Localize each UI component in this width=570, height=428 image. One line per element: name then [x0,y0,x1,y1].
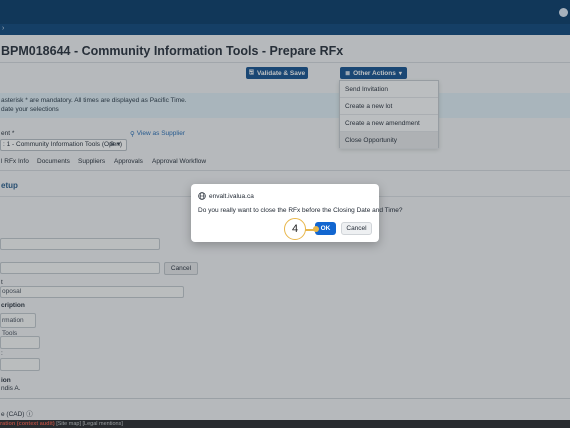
dialog-origin: envalt.ivalua.ca [198,192,254,200]
dialog-origin-text: envalt.ivalua.ca [209,192,254,200]
cancel-button[interactable]: Cancel [341,222,372,235]
step-marker: 4 [284,218,306,240]
globe-icon [198,192,206,200]
dialog-message: Do you really want to close the RFx befo… [198,207,403,214]
step-pointer-dot [313,226,319,232]
